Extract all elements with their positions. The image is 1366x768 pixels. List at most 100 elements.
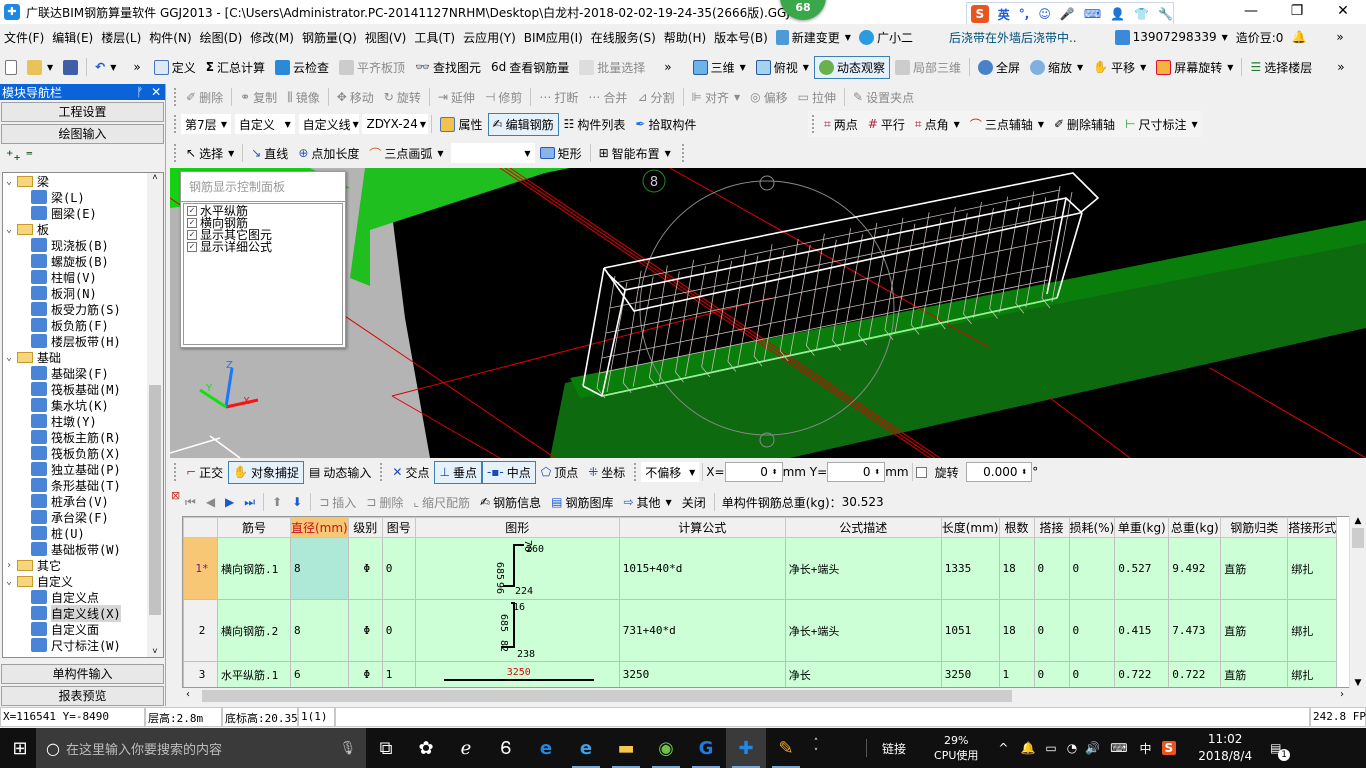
column-header[interactable]: 搭接 — [1033, 517, 1070, 538]
properties-button[interactable]: 属性 — [435, 113, 487, 136]
cell-count[interactable]: 18 — [998, 599, 1035, 662]
object-snap-button[interactable]: ✋ 对象捕捉 — [228, 460, 305, 484]
pick-element-button[interactable]: ✒ 拾取构件 — [630, 113, 701, 136]
emoji-icon[interactable]: ☺ — [1038, 7, 1051, 21]
three-d-button[interactable]: 三维 ▼ — [688, 56, 751, 79]
delete-axis-button[interactable]: ✐ 删除辅轴 — [1049, 113, 1120, 136]
wrench-icon[interactable]: 🔧 — [1158, 7, 1173, 21]
tree-item[interactable]: 梁(L) — [3, 189, 163, 205]
skin-icon[interactable]: 👕 — [1134, 7, 1149, 21]
glodon-g-icon[interactable]: G — [686, 728, 726, 768]
shape-cell[interactable]: 685 96 260 224 70 — [414, 537, 620, 600]
cell-lap-type[interactable]: 绑扎 — [1287, 661, 1338, 687]
notification-bell-icon[interactable]: 🔔 — [1020, 741, 1035, 755]
checkbox[interactable]: ✓ — [187, 218, 197, 228]
tree-item[interactable]: 桩承台(V) — [3, 493, 163, 509]
cell-desc[interactable]: 净长 — [784, 661, 942, 687]
mirror-button[interactable]: ⫼ 镜像 — [282, 86, 325, 109]
cell-loss[interactable]: 0 — [1068, 599, 1116, 662]
parallel-button[interactable]: # 平行 — [863, 113, 910, 136]
cell-diameter[interactable]: 8 — [290, 599, 349, 662]
find-element-button[interactable]: 👓 查找图元 — [410, 56, 486, 79]
cell-count[interactable]: 1 — [998, 661, 1035, 687]
cell-loss[interactable]: 0 — [1068, 661, 1116, 687]
tree-item[interactable]: 螺旋板(B) — [3, 253, 163, 269]
chevron-down-icon[interactable]: ⌄ — [3, 224, 15, 235]
menu-tools[interactable]: 工具(T) — [410, 29, 459, 46]
restore-button[interactable]: ❐ — [1274, 0, 1320, 24]
column-header[interactable]: 单重(kg) — [1114, 517, 1170, 538]
tree-item[interactable]: 板受力筋(S) — [3, 301, 163, 317]
close-button[interactable]: 关闭 — [677, 491, 711, 514]
cell-diameter[interactable]: 8 — [290, 537, 349, 600]
close-grid-icon[interactable]: ⊠ — [171, 489, 180, 502]
menu-bim[interactable]: BIM应用(I) — [520, 29, 587, 46]
table-row[interactable]: 3 水平纵筋.1 6 Φ 1 3250 3250 净长 3250 1 0 0 0.722 0.722 直筋绑… — [183, 661, 1338, 687]
floor-select[interactable]: 第7层 ▼ — [181, 114, 231, 134]
cell-length[interactable]: 1051 — [940, 599, 1000, 662]
line-button[interactable]: ↘ 直线 — [246, 142, 293, 165]
first-record-button[interactable]: ⏮ — [180, 492, 201, 513]
cell-length[interactable]: 1335 — [940, 537, 1000, 600]
drawing-input-button[interactable]: 绘图输入 — [1, 124, 164, 144]
rebar-info-button[interactable]: ✍ 钢筋信息 — [475, 491, 546, 514]
cell-name[interactable]: 横向钢筋.2 — [217, 599, 291, 662]
mic-icon[interactable]: 🎙 — [339, 741, 356, 756]
checkbox[interactable]: ✓ — [187, 242, 197, 252]
menu-element[interactable]: 构件(N) — [145, 29, 195, 46]
cell-category[interactable]: 直筋 — [1220, 599, 1289, 662]
intersection-snap-button[interactable]: ✕ 交点 — [387, 461, 434, 484]
menu-cloud[interactable]: 云应用(Y) — [459, 29, 520, 46]
row-header[interactable]: 3 — [183, 661, 218, 687]
tree-folder[interactable]: ⌄ 基础 — [3, 349, 163, 365]
overflow-icon[interactable]: » — [133, 60, 140, 74]
cell-total-weight[interactable]: 0.722 — [1168, 661, 1222, 687]
sogou-tray-icon[interactable]: S — [1161, 741, 1177, 755]
account-button[interactable]: 13907298339 ▼ — [1114, 29, 1228, 45]
cell-lap[interactable]: 0 — [1033, 537, 1070, 600]
cell-grade[interactable]: Φ — [347, 537, 383, 600]
ime-indicator[interactable]: 中 — [1140, 740, 1152, 757]
dimension-button[interactable]: ⊢ 尺寸标注 ▼ — [1120, 113, 1203, 136]
new-change-button[interactable]: 新建变更 ▼ — [772, 29, 855, 46]
cell-total-weight[interactable]: 7.473 — [1168, 599, 1222, 662]
close-button[interactable]: ✕ — [1320, 0, 1366, 24]
wifi-icon[interactable]: ◔ — [1067, 741, 1077, 755]
menu-help[interactable]: 帮助(H) — [660, 29, 710, 46]
bell-icon[interactable]: 🔔 — [1291, 30, 1306, 44]
element-select[interactable]: ZDYX-24 ▼ — [362, 114, 429, 134]
menu-draw[interactable]: 绘图(D) — [196, 29, 247, 46]
row-header[interactable]: 2 — [183, 599, 218, 662]
checkbox[interactable]: ✓ — [187, 230, 197, 240]
tree-folder[interactable]: ⌄ 自定义 — [3, 573, 163, 589]
shape-cell[interactable]: 3250 — [414, 661, 620, 687]
full-screen-button[interactable]: 全屏 — [973, 56, 1025, 79]
ime-lang[interactable]: 英 — [998, 6, 1010, 23]
cell-length[interactable]: 3250 — [940, 661, 1000, 687]
cell-grade[interactable]: Φ — [347, 599, 383, 662]
volume-icon[interactable]: 🔊 — [1085, 741, 1100, 755]
insert-button[interactable]: ⊐ 插入 — [314, 491, 361, 514]
chevron-down-icon[interactable]: ⌄ — [3, 176, 15, 187]
action-center-icon[interactable]: ▤ 1 — [1270, 741, 1291, 761]
dynamic-view-button[interactable]: 动态观察 — [813, 55, 890, 79]
user-icon[interactable]: 👤 — [1110, 7, 1125, 21]
y-input[interactable]: 0 ⬍ — [827, 462, 886, 482]
open-file-button[interactable]: ▼ — [22, 57, 58, 78]
save-button[interactable] — [58, 57, 83, 78]
3d-viewport[interactable]: 8 X Z Y — [170, 168, 1366, 458]
file-explorer-icon[interactable]: ▬ — [606, 728, 646, 768]
scale-rebar-button[interactable]: ⌞ 缩尺配筋 — [408, 491, 475, 514]
cell-name[interactable]: 横向钢筋.1 — [217, 537, 291, 600]
stretch-button[interactable]: ▭ 拉伸 — [793, 86, 841, 109]
cloud-check-button[interactable]: 云检查 — [270, 56, 334, 79]
taskbar-search[interactable]: ○ 在这里输入你要搜索的内容 🎙 — [36, 728, 366, 768]
mic-icon[interactable]: 🎤 — [1060, 7, 1075, 21]
tree-item[interactable]: 圈梁(E) — [3, 205, 163, 221]
checkbox[interactable]: ✓ — [187, 206, 197, 216]
level-top-button[interactable]: 平齐板顶 — [334, 56, 410, 79]
tree-item[interactable]: 柱帽(V) — [3, 269, 163, 285]
cell-shape-no[interactable]: 0 — [381, 599, 416, 662]
set-grip-button[interactable]: ✎ 设置夹点 — [848, 86, 919, 109]
collapse-all-icon[interactable]: ⁼ — [26, 148, 33, 164]
